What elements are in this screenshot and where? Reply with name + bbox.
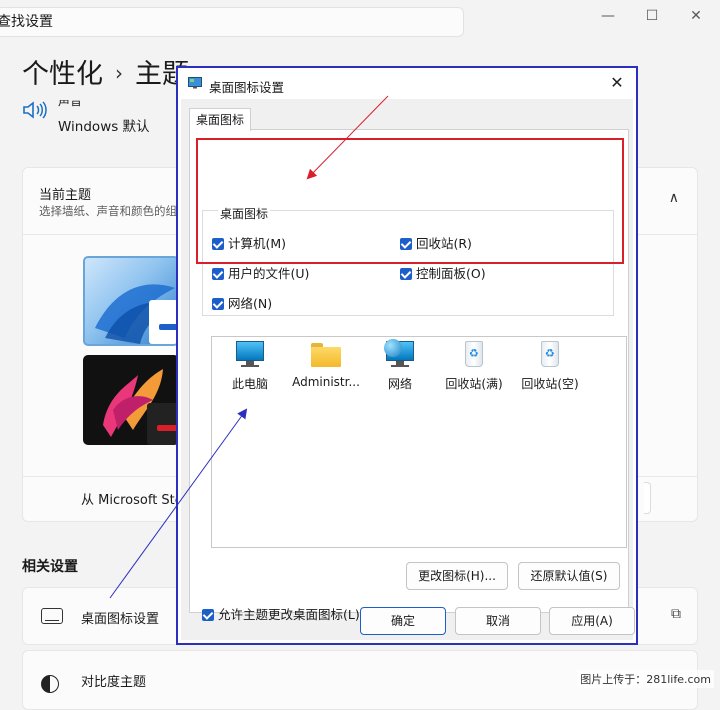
- restore-default-button[interactable]: 还原默认值(S): [518, 562, 620, 590]
- theme-thumbnail-windows[interactable]: [83, 256, 179, 346]
- icon-item-label: 回收站(满): [445, 377, 503, 391]
- icon-item-label: 回收站(空): [521, 377, 579, 391]
- checkbox-user-files[interactable]: 用户的文件(U): [212, 263, 309, 282]
- maximize-icon: ☐: [645, 8, 659, 24]
- desktop-icon-list[interactable]: 此电脑 Administr... 网络 ♻ 回收站(满) ♻ 回收站(空): [211, 336, 627, 548]
- theme-thumbnail-flower[interactable]: [83, 355, 179, 445]
- icon-item-label: 此电脑: [231, 377, 268, 391]
- close-icon: ✕: [690, 8, 702, 24]
- icon-item-label: Administr...: [292, 375, 360, 389]
- checkbox-network-label: 网络(N): [228, 296, 273, 311]
- minimize-button[interactable]: —: [596, 6, 620, 26]
- sound-title: 声音: [58, 100, 83, 108]
- change-icon-button[interactable]: 更改图标(H)...: [406, 562, 508, 590]
- search-input[interactable]: 查找设置: [0, 7, 464, 37]
- sound-value: Windows 默认: [58, 119, 150, 135]
- current-theme-subtitle: 选择墙纸、声音和颜色的组合: [39, 204, 189, 218]
- contrast-icon: [41, 675, 59, 693]
- checkbox-network[interactable]: 网络(N): [212, 293, 272, 312]
- chevron-up-icon[interactable]: ∧: [669, 190, 679, 206]
- recycle-bin-full-icon: ♻: [458, 339, 490, 369]
- dialog-close-button[interactable]: ✕: [607, 73, 627, 92]
- watermark: 图片上传于：281life.com: [577, 670, 714, 688]
- maximize-button[interactable]: ☐: [640, 6, 664, 26]
- flower-theme-icon: [103, 369, 179, 445]
- checkbox-control-panel-label: 控制面板(O): [416, 266, 486, 281]
- checkbox-control-panel[interactable]: 控制面板(O): [400, 263, 486, 282]
- breadcrumb-separator: ›: [115, 61, 123, 85]
- desktop-icon: [41, 608, 63, 624]
- checkbox-checked-icon: [202, 609, 214, 621]
- page-title: 个性化 › 主题: [22, 52, 189, 91]
- folder-icon: [310, 339, 342, 369]
- windows-bloom-icon: [95, 284, 177, 344]
- icon-item-recycle-bin-empty[interactable]: ♻ 回收站(空): [512, 339, 588, 392]
- external-link-icon: ⧉: [671, 606, 681, 622]
- checkbox-checked-icon: [212, 268, 224, 280]
- dialog-titlebar[interactable]: 桌面图标设置 ✕: [181, 71, 633, 99]
- related-settings-title: 相关设置: [22, 559, 78, 575]
- breadcrumb-parent[interactable]: 个性化: [22, 59, 103, 90]
- checkbox-allow-themes-label: 允许主题更改桌面图标(L): [218, 607, 360, 622]
- red-highlight-box: [196, 138, 624, 264]
- ok-button[interactable]: 确定: [360, 607, 446, 635]
- minimize-icon: —: [601, 8, 615, 24]
- browse-themes-button[interactable]: [644, 482, 651, 514]
- computer-icon: [234, 339, 266, 369]
- tab-desktop-icons[interactable]: 桌面图标: [189, 108, 251, 131]
- checkbox-checked-icon: [400, 268, 412, 280]
- checkbox-allow-themes[interactable]: 允许主题更改桌面图标(L): [202, 604, 360, 623]
- contrast-themes-label: 对比度主题: [81, 675, 147, 690]
- dialog-body: 桌面图标设置 ✕ 桌面图标 桌面图标 计算机(M) 回收站(R) 用户的文件(U…: [181, 71, 635, 640]
- icon-item-administrator[interactable]: Administr...: [288, 339, 364, 389]
- speaker-icon: [23, 101, 47, 119]
- dialog-title: 桌面图标设置: [209, 80, 285, 95]
- cancel-button[interactable]: 取消: [455, 607, 541, 635]
- search-input-value: 查找设置: [0, 14, 53, 30]
- window-close-button[interactable]: ✕: [684, 6, 708, 26]
- icon-item-recycle-bin-full[interactable]: ♻ 回收站(满): [436, 339, 512, 392]
- close-icon: ✕: [610, 73, 624, 92]
- desktop-icon-settings-dialog: 桌面图标设置 ✕ 桌面图标 桌面图标 计算机(M) 回收站(R) 用户的文件(U…: [176, 66, 638, 645]
- current-theme-title: 当前主题: [39, 188, 92, 203]
- recycle-bin-empty-icon: ♻: [534, 339, 566, 369]
- network-icon: [384, 339, 416, 369]
- icon-item-label: 网络: [387, 377, 412, 391]
- icon-item-this-pc[interactable]: 此电脑: [212, 339, 288, 392]
- desktop-icon-settings-label: 桌面图标设置: [81, 612, 160, 627]
- checkbox-user-files-label: 用户的文件(U): [228, 266, 310, 281]
- icon-item-network[interactable]: 网络: [362, 339, 438, 392]
- dialog-app-icon: [188, 77, 202, 89]
- apply-button[interactable]: 应用(A): [549, 607, 635, 635]
- checkbox-checked-icon: [212, 298, 224, 310]
